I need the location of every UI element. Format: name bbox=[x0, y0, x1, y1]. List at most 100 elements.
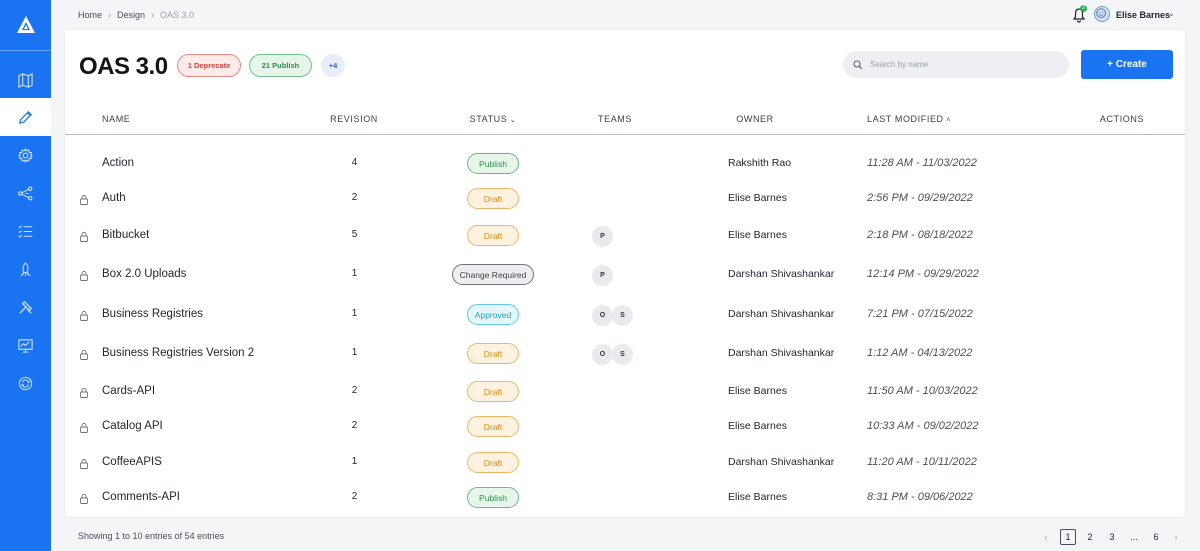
column-name[interactable]: NAME bbox=[102, 114, 130, 124]
more-badges-button[interactable]: +4 bbox=[321, 54, 345, 77]
sort-up-icon: ˄ bbox=[943, 117, 951, 124]
column-status[interactable]: STATUS ⌄ bbox=[470, 114, 517, 124]
sidebar-item-tools[interactable] bbox=[0, 288, 51, 326]
pagination-prev[interactable]: ‹ bbox=[1039, 529, 1053, 545]
api-name[interactable]: Business Registries bbox=[102, 308, 203, 320]
team-avatar[interactable]: O bbox=[592, 344, 613, 365]
column-revision[interactable]: REVISION bbox=[330, 114, 378, 124]
sidebar-item-settings[interactable] bbox=[0, 136, 51, 174]
api-name[interactable]: Box 2.0 Uploads bbox=[102, 268, 186, 280]
rocket-icon bbox=[20, 261, 31, 277]
status-badge: Draft bbox=[467, 381, 519, 402]
pencil-icon bbox=[18, 110, 33, 124]
table-row[interactable]: Auth 2 Draft Elise Barnes 2:56 PM - 09/29/20… bbox=[65, 184, 1185, 214]
last-modified: 12:14 PM - 09/29/2022 bbox=[867, 268, 979, 280]
column-last-modified[interactable]: LAST MODIFIED ˄ bbox=[867, 114, 951, 124]
entries-summary: Showing 1 to 10 entries of 54 entries bbox=[78, 531, 225, 541]
last-modified: 11:50 AM - 10/03/2022 bbox=[867, 385, 978, 397]
table-row[interactable]: CoffeeAPIS 1 Draft Darshan Shivashankar 11:2… bbox=[65, 448, 1185, 478]
team-avatar[interactable]: P bbox=[592, 265, 613, 286]
api-name[interactable]: Business Registries Version 2 bbox=[102, 347, 254, 359]
lock-icon bbox=[80, 349, 88, 360]
lock-icon bbox=[80, 493, 88, 504]
owner-name: Darshan Shivashankar bbox=[728, 268, 835, 280]
search-input[interactable] bbox=[870, 60, 1050, 69]
app-logo-icon[interactable] bbox=[0, 0, 51, 51]
revision-value: 1 bbox=[351, 268, 358, 279]
api-name[interactable]: Action bbox=[102, 157, 134, 169]
nodes-icon bbox=[18, 186, 33, 200]
team-avatar[interactable]: P bbox=[592, 226, 613, 247]
table-row[interactable]: Comments-API 2 Publish Elise Barnes 8:31 PM … bbox=[65, 483, 1185, 513]
api-name[interactable]: Catalog API bbox=[102, 420, 163, 432]
revision-value: 5 bbox=[351, 229, 358, 240]
table-row[interactable]: Bitbucket 5 Draft P Elise Barnes 2:18 PM - 08… bbox=[65, 221, 1185, 251]
publish-count-badge[interactable]: 21 Publish bbox=[249, 54, 312, 77]
main-card: OAS 3.0 1 Deprecate 21 Publish +4 + Crea… bbox=[65, 30, 1185, 517]
sidebar-item-catalog[interactable] bbox=[0, 61, 51, 99]
user-name[interactable]: Elise Barnes bbox=[1116, 10, 1170, 20]
api-name[interactable]: CoffeeAPIS bbox=[102, 456, 162, 468]
avatar[interactable] bbox=[1094, 6, 1110, 22]
pagination-page[interactable]: 1 bbox=[1060, 529, 1076, 545]
status-badge: Draft bbox=[467, 188, 519, 209]
sidebar-item-tasks[interactable] bbox=[0, 212, 51, 250]
table-row[interactable]: Business Registries Version 2 1 Draft O S Dar… bbox=[65, 339, 1185, 369]
search-box[interactable] bbox=[843, 51, 1069, 78]
owner-name: Elise Barnes bbox=[728, 229, 787, 241]
owner-name: Darshan Shivashankar bbox=[728, 456, 835, 468]
pagination-page[interactable]: 6 bbox=[1148, 529, 1164, 545]
api-name[interactable]: Auth bbox=[102, 192, 126, 204]
table-row[interactable]: Business Registries 1 Approved O S Darshan Sh… bbox=[65, 300, 1185, 330]
monitor-icon bbox=[18, 338, 33, 353]
last-modified: 11:28 AM - 11/03/2022 bbox=[867, 157, 977, 169]
owner-name: Elise Barnes bbox=[728, 491, 787, 503]
table-row[interactable]: Cards-API 2 Draft Elise Barnes 11:50 AM - 10… bbox=[65, 377, 1185, 407]
table-row[interactable]: Box 2.0 Uploads 1 Change Required P Darshan … bbox=[65, 260, 1185, 290]
table-row[interactable]: Catalog API 2 Draft Elise Barnes 10:33 AM - … bbox=[65, 412, 1185, 442]
owner-name: Darshan Shivashankar bbox=[728, 308, 835, 320]
breadcrumb: Home › Design › OAS 3.0 bbox=[78, 10, 194, 20]
last-modified: 8:31 PM - 09/06/2022 bbox=[867, 491, 973, 503]
team-avatar[interactable]: S bbox=[612, 344, 633, 365]
checklist-icon bbox=[18, 224, 33, 238]
sidebar-item-flows[interactable] bbox=[0, 174, 51, 212]
api-name[interactable]: Comments-API bbox=[102, 491, 180, 503]
deprecate-count-badge[interactable]: 1 Deprecate bbox=[177, 54, 241, 77]
pagination-page[interactable]: 3 bbox=[1104, 529, 1120, 545]
lock-icon bbox=[80, 231, 88, 242]
lock-icon bbox=[80, 270, 88, 281]
page-title: OAS 3.0 bbox=[79, 53, 168, 80]
sidebar-item-design[interactable] bbox=[0, 98, 51, 136]
sidebar-item-deploy[interactable] bbox=[0, 250, 51, 288]
column-teams[interactable]: TEAMS bbox=[598, 114, 632, 124]
map-icon bbox=[18, 72, 33, 88]
api-name[interactable]: Cards-API bbox=[102, 385, 155, 397]
revision-value: 1 bbox=[351, 347, 358, 358]
lock-icon bbox=[80, 458, 88, 469]
status-badge: Approved bbox=[467, 304, 519, 325]
chevron-right-icon: › bbox=[151, 10, 155, 20]
chevron-down-icon[interactable]: ⌄ bbox=[1168, 9, 1175, 18]
api-name[interactable]: Bitbucket bbox=[102, 229, 149, 241]
breadcrumb-design[interactable]: Design bbox=[117, 10, 145, 20]
last-modified: 2:18 PM - 08/18/2022 bbox=[867, 229, 973, 241]
table-row[interactable]: Action 4 Publish Rakshith Rao 11:28 AM - 11/… bbox=[65, 149, 1185, 179]
pagination-next[interactable]: › bbox=[1169, 529, 1183, 545]
team-avatars: P bbox=[592, 226, 613, 247]
column-owner[interactable]: OWNER bbox=[736, 114, 774, 124]
pagination-page[interactable]: 2 bbox=[1082, 529, 1098, 545]
sidebar-item-monitor[interactable] bbox=[0, 326, 51, 364]
sidebar-item-sync[interactable] bbox=[0, 364, 51, 402]
owner-name: Rakshith Rao bbox=[728, 157, 792, 169]
revision-value: 2 bbox=[351, 420, 358, 431]
sync-icon bbox=[18, 376, 33, 390]
create-button[interactable]: + Create bbox=[1081, 50, 1173, 79]
team-avatar[interactable]: O bbox=[592, 305, 613, 326]
status-badge: Publish bbox=[467, 487, 519, 508]
breadcrumb-home[interactable]: Home bbox=[78, 10, 102, 20]
sidebar bbox=[0, 0, 51, 551]
team-avatar[interactable]: S bbox=[612, 305, 633, 326]
breadcrumb-current: OAS 3.0 bbox=[160, 10, 195, 20]
revision-value: 4 bbox=[351, 157, 358, 168]
